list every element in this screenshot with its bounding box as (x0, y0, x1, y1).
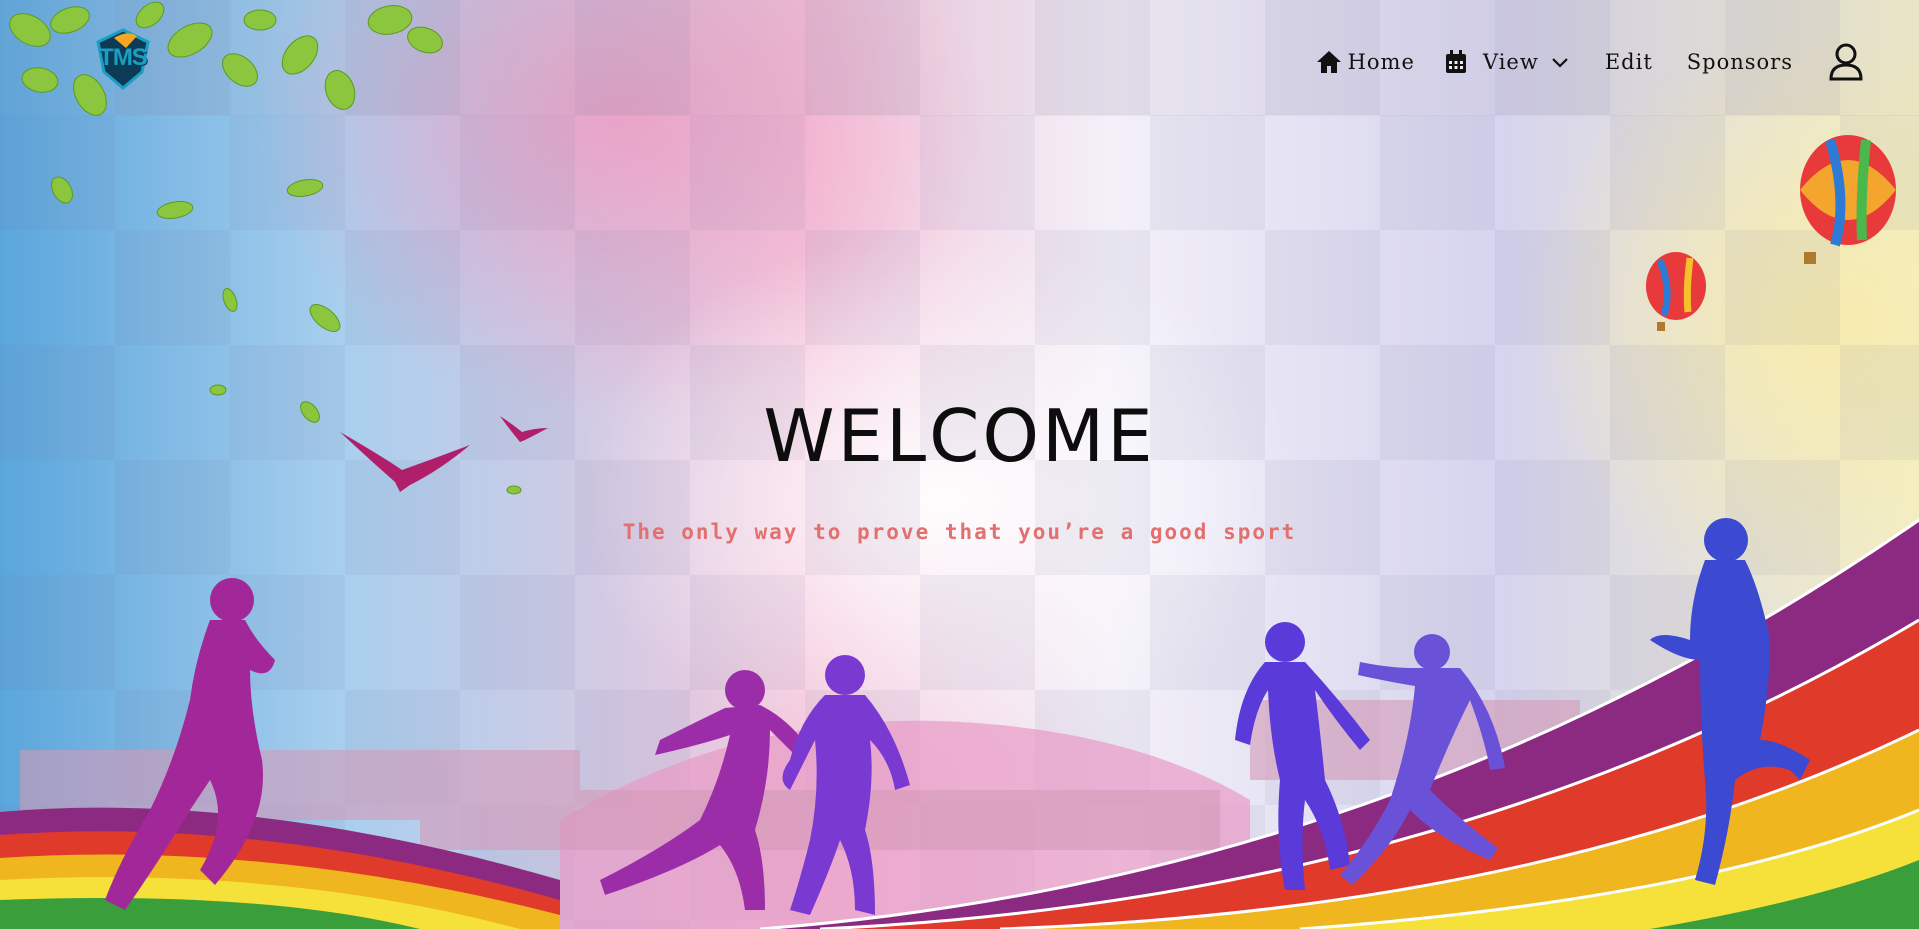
landing-page: TMS Home View Edit Sponsors WELCOME The … (0, 0, 1919, 929)
tms-logo[interactable]: TMS (92, 28, 154, 90)
nav-view-label: View (1482, 50, 1539, 74)
hero-tagline: The only way to prove that you’re a good… (622, 520, 1297, 544)
logo-text: TMS (99, 44, 148, 71)
home-icon (1316, 51, 1341, 73)
user-account-button[interactable] (1829, 43, 1863, 81)
top-navigation: Home View Edit Sponsors (1286, 38, 1863, 86)
nav-edit-label: Edit (1604, 50, 1653, 74)
chevron-down-icon (1552, 58, 1568, 68)
nav-home-link[interactable]: Home (1316, 50, 1415, 74)
calendar-icon (1445, 50, 1466, 73)
welcome-title: WELCOME (763, 394, 1156, 478)
nav-edit-link[interactable]: Edit (1605, 50, 1653, 74)
nav-sponsors-link[interactable]: Sponsors (1687, 50, 1793, 74)
nav-sponsors-label: Sponsors (1686, 50, 1793, 74)
hot-air-balloons (1646, 135, 1896, 331)
nav-home-label: Home (1347, 50, 1415, 74)
nav-view-dropdown[interactable]: View (1445, 50, 1569, 74)
user-icon (1829, 43, 1863, 81)
